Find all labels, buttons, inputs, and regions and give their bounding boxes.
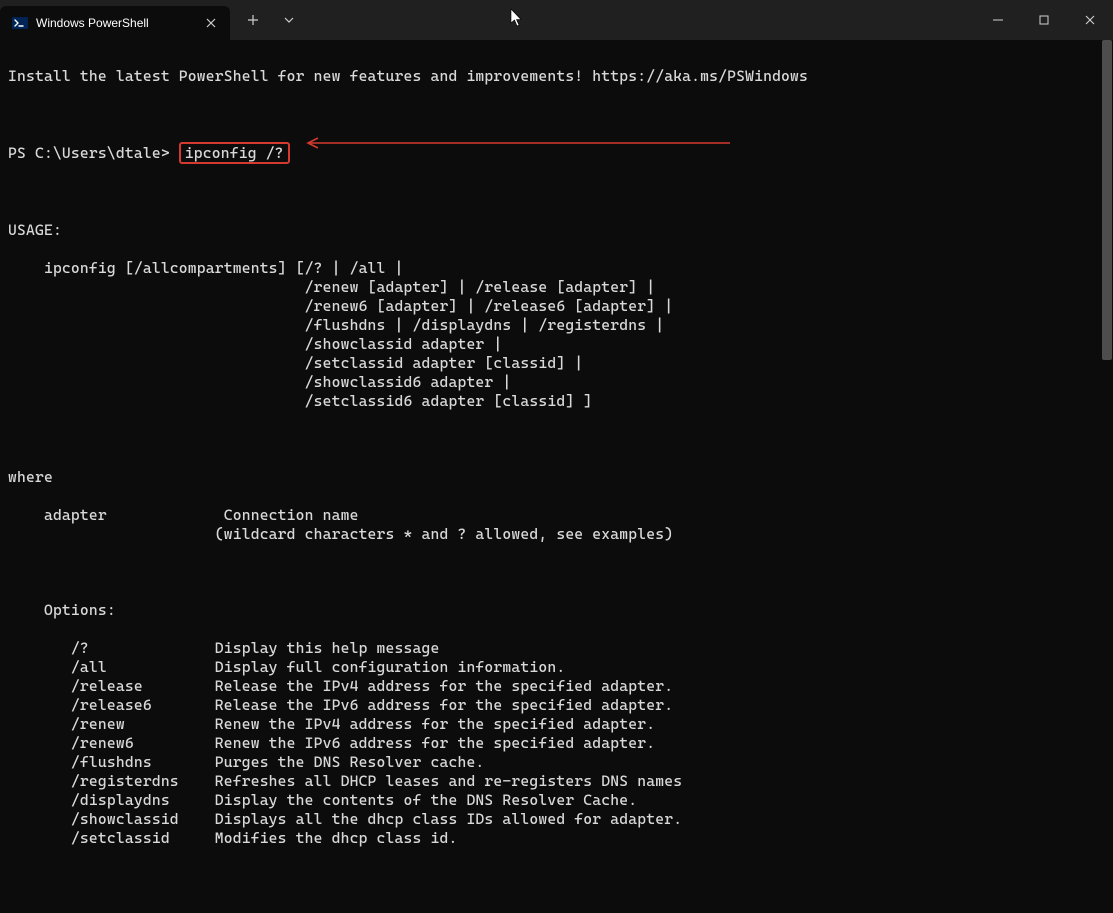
blank-line [8, 563, 1105, 582]
option-line: /release6 Release the IPv6 address for t… [8, 696, 1105, 715]
usage-line: /setclassid6 adapter [classid] ] [8, 392, 1105, 411]
scrollbar-track[interactable] [1101, 40, 1113, 626]
usage-line: /flushdns | /displaydns | /registerdns | [8, 316, 1105, 335]
scrollbar-thumb[interactable] [1102, 40, 1112, 360]
banner-line: Install the latest PowerShell for new fe… [8, 67, 1105, 86]
usage-line: /showclassid adapter | [8, 335, 1105, 354]
usage-line: /renew6 [adapter] | /release6 [adapter] … [8, 297, 1105, 316]
titlebar-drag-region[interactable] [306, 0, 975, 40]
blank-line [8, 430, 1105, 449]
prompt-line: PS C:\Users\dtale> ipconfig /? [8, 143, 1105, 164]
window-controls [975, 0, 1113, 40]
usage-header: USAGE: [8, 221, 1105, 240]
blank-line [8, 105, 1105, 124]
option-line: /registerdns Refreshes all DHCP leases a… [8, 772, 1105, 791]
usage-line: /setclassid adapter [classid] | [8, 354, 1105, 373]
options-block: /? Display this help message /all Displa… [8, 639, 1105, 848]
tab-close-button[interactable] [202, 14, 220, 32]
where-line: adapter Connection name [8, 506, 1105, 525]
command-highlight: ipconfig /? [179, 142, 290, 164]
tab-powershell[interactable]: Windows PowerShell [0, 6, 230, 40]
option-line: /showclassid Displays all the dhcp class… [8, 810, 1105, 829]
option-line: /all Display full configuration informat… [8, 658, 1105, 677]
option-line: /setclassid Modifies the dhcp class id. [8, 829, 1105, 848]
option-line: /renew6 Renew the IPv6 address for the s… [8, 734, 1105, 753]
new-tab-button[interactable] [236, 5, 270, 35]
blank-line [8, 183, 1105, 202]
prompt-text: PS C:\Users\dtale> [8, 144, 179, 162]
where-line: (wildcard characters * and ? allowed, se… [8, 525, 1105, 544]
option-line: /release Release the IPv4 address for th… [8, 677, 1105, 696]
maximize-button[interactable] [1021, 0, 1067, 40]
usage-line: /renew [adapter] | /release [adapter] | [8, 278, 1105, 297]
tabstrip-controls [230, 0, 306, 40]
options-header: Options: [8, 601, 1105, 620]
minimize-button[interactable] [975, 0, 1021, 40]
terminal-output[interactable]: Install the latest PowerShell for new fe… [0, 40, 1113, 913]
usage-line: /showclassid6 adapter | [8, 373, 1105, 392]
option-line: /displaydns Display the contents of the … [8, 791, 1105, 810]
powershell-icon [12, 15, 28, 31]
command-text: ipconfig /? [185, 144, 284, 162]
where-block: adapter Connection name (wildcard charac… [8, 506, 1105, 544]
tab-dropdown-button[interactable] [272, 5, 306, 35]
option-line: /renew Renew the IPv4 address for the sp… [8, 715, 1105, 734]
tab-title: Windows PowerShell [36, 16, 194, 30]
titlebar: Windows PowerShell [0, 0, 1113, 40]
usage-line: ipconfig [/allcompartments] [/? | /all | [8, 259, 1105, 278]
usage-block: ipconfig [/allcompartments] [/? | /all |… [8, 259, 1105, 411]
close-window-button[interactable] [1067, 0, 1113, 40]
option-line: /flushdns Purges the DNS Resolver cache. [8, 753, 1105, 772]
where-header: where [8, 468, 1105, 487]
option-line: /? Display this help message [8, 639, 1105, 658]
